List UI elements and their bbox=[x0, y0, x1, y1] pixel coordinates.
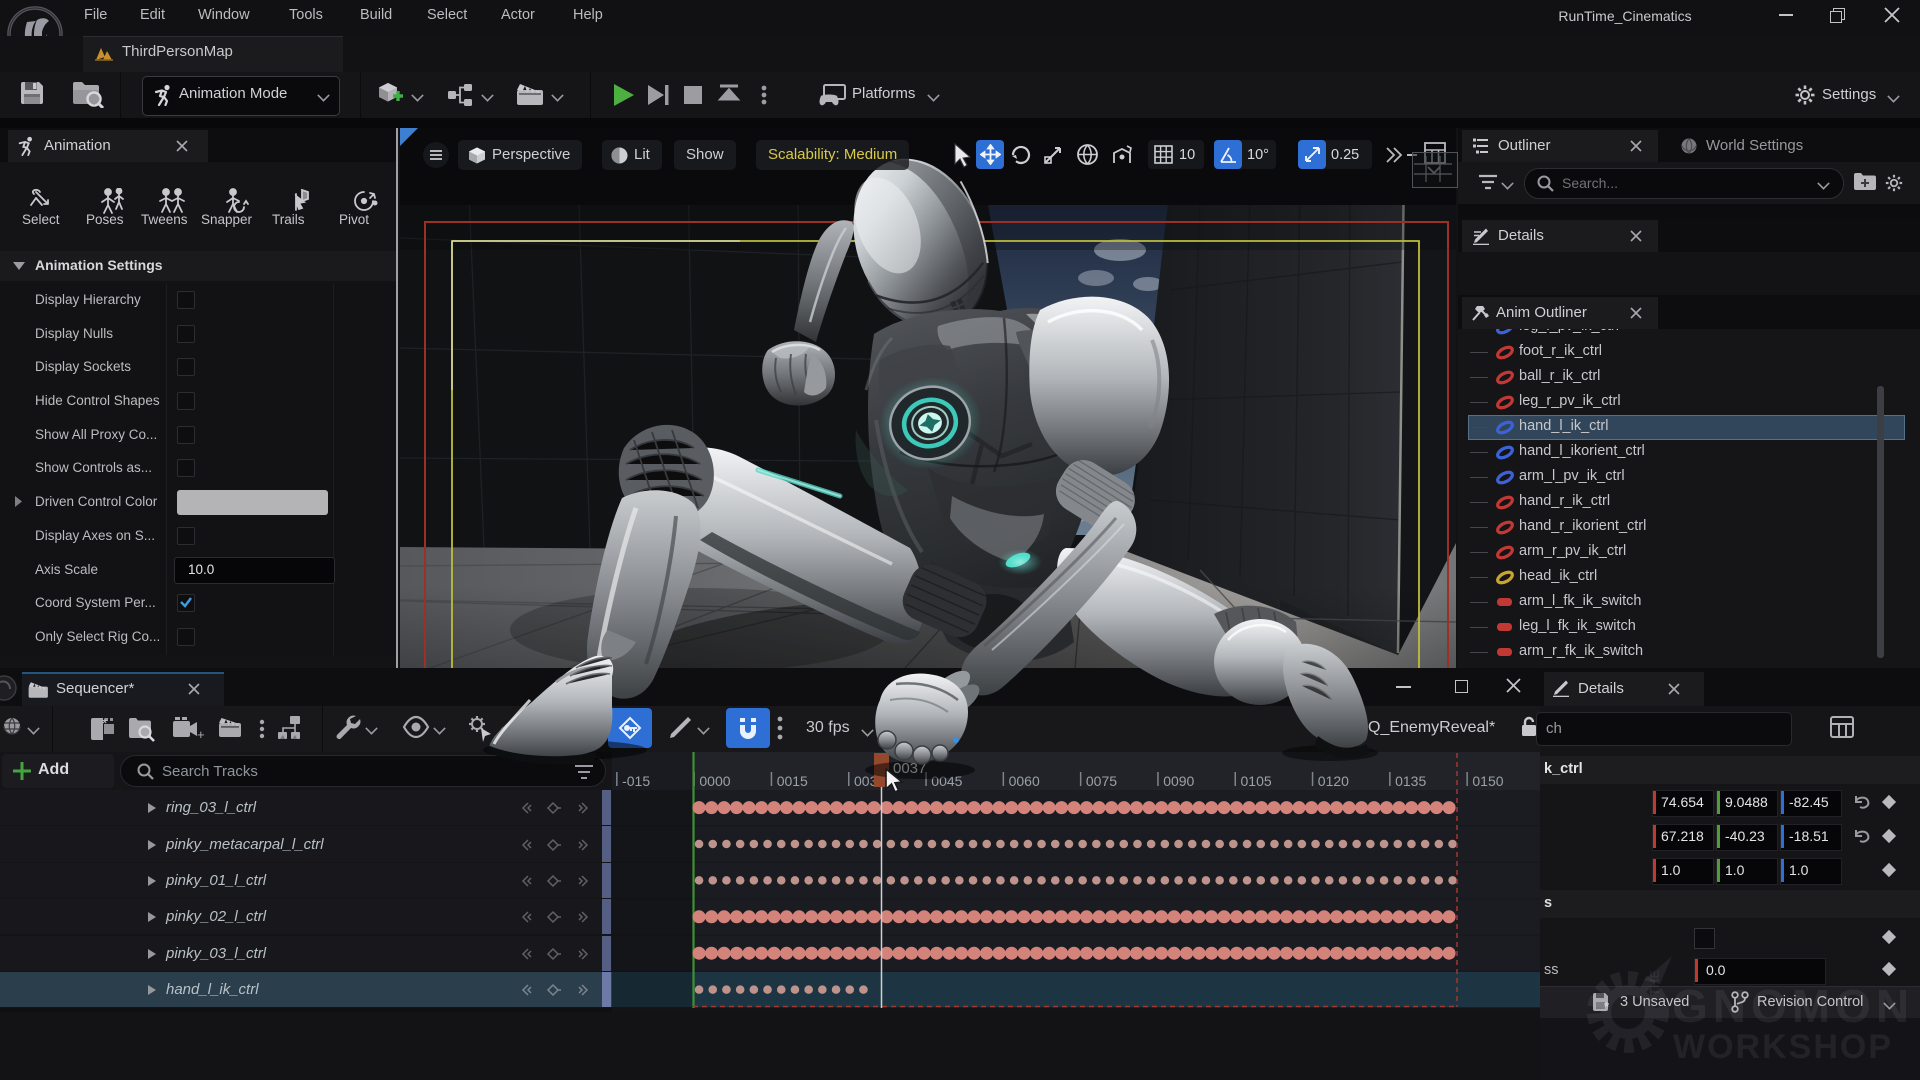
svg-text:0150: 0150 bbox=[1472, 773, 1503, 789]
svg-text:GNOMON: GNOMON bbox=[1672, 980, 1914, 1032]
svg-text:THE: THE bbox=[1647, 970, 1662, 996]
svg-text:*: * bbox=[102, 715, 108, 731]
svg-text:+: + bbox=[197, 727, 205, 742]
svg-text:WORKSHOP: WORKSHOP bbox=[1673, 1028, 1893, 1066]
